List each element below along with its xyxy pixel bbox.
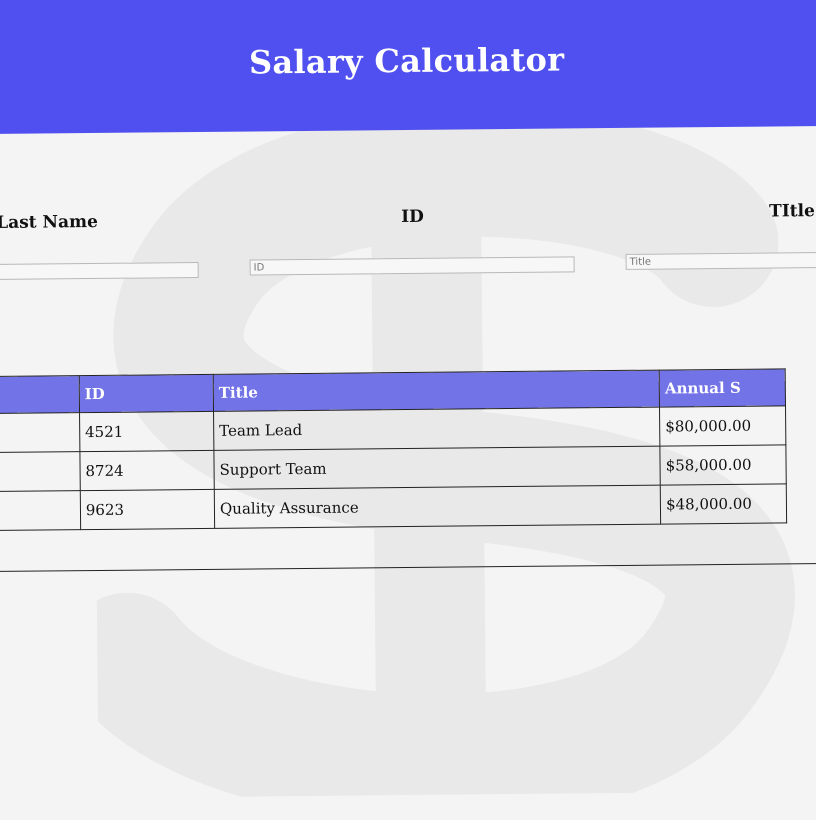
column-header-id[interactable]: ID — [79, 374, 214, 413]
last-name-label: Last Name — [0, 211, 98, 233]
id-input[interactable] — [249, 256, 575, 276]
app-header: Salary Calculator — [0, 0, 816, 135]
salary-cell: $80,000.00 — [659, 405, 786, 447]
id-label: ID — [401, 206, 424, 228]
title-cell: Team Lead — [213, 407, 660, 451]
id-cell: 9623 — [80, 489, 215, 530]
column-header-name[interactable] — [0, 375, 80, 414]
id-cell: 8724 — [79, 450, 215, 491]
salary-cell: $58,000.00 — [659, 444, 787, 486]
name-cell — [0, 490, 81, 531]
title-label: TItle — [769, 201, 815, 222]
name-cell — [0, 412, 80, 453]
column-header-title[interactable]: Title — [213, 370, 660, 412]
name-cell — [0, 451, 81, 492]
title-cell: Support Team — [213, 446, 661, 490]
app-page: Salary Calculator Last Name ID TItle ID … — [0, 0, 816, 820]
column-header-annual-salary[interactable]: Annual S — [659, 368, 786, 408]
last-name-input[interactable] — [0, 262, 199, 281]
salary-table: ID Title Annual S 4521 Team Lead $80,000… — [0, 368, 787, 531]
table-footer-row — [0, 522, 816, 573]
salary-cell: $48,000.00 — [660, 483, 787, 525]
id-cell: 4521 — [79, 411, 214, 452]
title-cell: Quality Assurance — [214, 485, 661, 529]
title-input[interactable] — [625, 251, 816, 270]
page-title: Salary Calculator — [248, 40, 565, 82]
